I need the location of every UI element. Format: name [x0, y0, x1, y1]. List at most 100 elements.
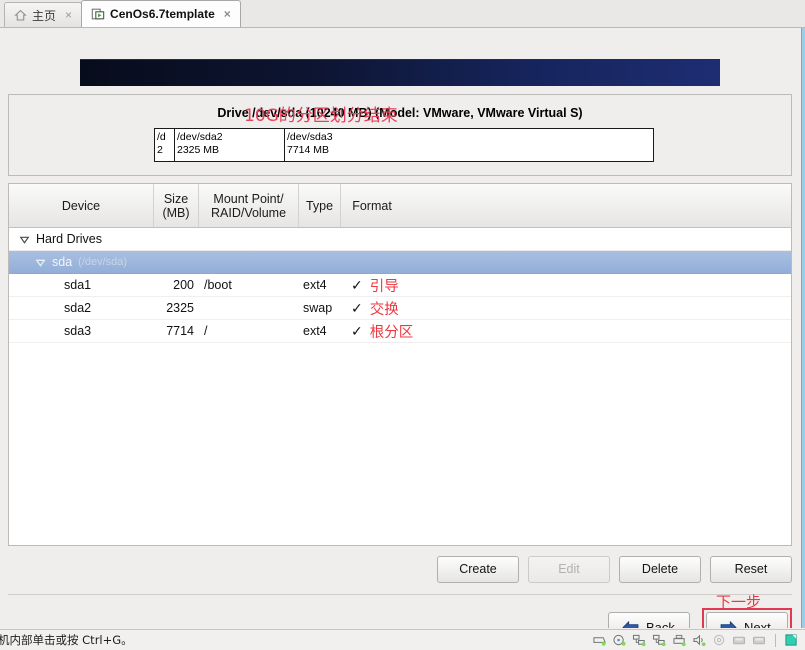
tab-vm-label: CenOs6.7template — [110, 7, 215, 21]
vmware-status-bar: 机内部单击或按 Ctrl+G。 — [0, 629, 805, 650]
partition-segment-3-name: /dev/sda3 — [287, 131, 333, 143]
partition-table-panel: Device Size (MB) Mount Point/ RAID/Volum… — [8, 183, 792, 546]
device-label: sda2 — [64, 301, 92, 315]
partition-segment-2-size: 2325 MB — [177, 144, 220, 156]
vm-window-right-border — [801, 28, 805, 628]
anaconda-banner — [80, 59, 720, 86]
partition-segment-1-size: 2 — [157, 144, 163, 156]
partition-table-body: Hard Drives sda (/dev/sda) sda1 200 /boo… — [9, 228, 791, 545]
partition-table-header: Device Size (MB) Mount Point/ RAID/Volum… — [9, 184, 791, 228]
next-button[interactable]: Next — [706, 612, 788, 628]
row-annotation: 根分区 — [369, 324, 414, 341]
cell-format: ✓ 交换 — [341, 298, 403, 319]
network-adapter-icon[interactable] — [632, 634, 647, 647]
column-header-format[interactable]: Format — [341, 184, 403, 227]
back-button[interactable]: Back — [608, 612, 690, 628]
column-header-type[interactable]: Type — [299, 184, 341, 227]
cell-size: 2325 — [166, 301, 194, 315]
partition-segment-3-size: 7714 MB — [287, 144, 330, 156]
drive-title: Drive /dev/sda (10240 MB) (Model: VMware… — [217, 106, 583, 120]
format-check-icon: ✓ — [351, 277, 363, 293]
cell-type: swap — [303, 301, 333, 315]
partition-segment-1-name: /d — [157, 131, 166, 143]
sound-card-icon[interactable] — [692, 634, 707, 647]
display-icon[interactable] — [784, 633, 799, 647]
format-check-icon: ✓ — [351, 300, 363, 316]
cell-size: 200 — [173, 278, 194, 292]
home-icon — [14, 9, 27, 22]
table-row-sda1[interactable]: sda1 200 /boot ext4 ✓ 引导 — [9, 274, 791, 297]
wizard-nav: Back Next — [8, 608, 792, 628]
status-device-icons — [592, 633, 805, 647]
cell-mount-point: / — [204, 324, 208, 338]
tab-home-close-icon[interactable]: × — [63, 9, 74, 21]
vm-console: Drive /dev/sda (10240 MB) (Model: VMware… — [0, 28, 801, 628]
drive-summary-panel: Drive /dev/sda (10240 MB) (Model: VMware… — [8, 94, 792, 176]
floppy-2-icon — [752, 634, 767, 647]
next-label: Next — [744, 619, 771, 629]
column-header-mount-line2: RAID/Volume — [210, 205, 287, 220]
column-header-size[interactable]: Size (MB) — [154, 184, 199, 227]
tab-vm-cenos[interactable]: CenOs6.7template × — [81, 0, 241, 27]
cell-device: sda (/dev/sda) — [9, 255, 154, 269]
device-path-label: (/dev/sda) — [78, 256, 128, 268]
row-annotation: 引导 — [369, 278, 399, 295]
row-annotation: 交换 — [369, 301, 399, 318]
create-button[interactable]: Create — [437, 555, 519, 583]
format-check-icon: ✓ — [351, 323, 363, 339]
device-label: sda3 — [64, 324, 92, 338]
delete-button[interactable]: Delete — [619, 555, 701, 583]
table-row-sda[interactable]: sda (/dev/sda) — [9, 251, 791, 274]
status-divider — [775, 633, 776, 647]
partition-segment-3[interactable]: /dev/sda3 7714 MB — [285, 129, 653, 161]
column-header-device[interactable]: Device — [9, 184, 154, 227]
table-row-sda3[interactable]: sda3 7714 / ext4 ✓ 根分区 — [9, 320, 791, 343]
network-adapter-2-icon[interactable] — [652, 634, 667, 647]
partition-segment-1[interactable]: /d 2 — [155, 129, 175, 161]
cell-mount-point: /boot — [204, 278, 232, 292]
footer-divider — [8, 594, 792, 595]
reset-button[interactable]: Reset — [710, 555, 792, 583]
column-header-size-line2: (MB) — [162, 205, 190, 220]
column-header-size-line1: Size — [163, 191, 189, 206]
cell-type: ext4 — [303, 278, 327, 292]
arrow-right-icon — [720, 620, 737, 628]
next-button-highlight: Next — [702, 608, 792, 628]
partition-action-buttons: Create Edit Delete Reset — [8, 552, 792, 586]
cd-drive-icon[interactable] — [612, 634, 627, 647]
drive-partition-bar: /d 2 /dev/sda2 2325 MB /dev/sda3 7714 MB — [154, 128, 654, 162]
floppy-icon — [732, 634, 747, 647]
usb-icon — [712, 634, 727, 647]
table-row-hard-drives[interactable]: Hard Drives — [9, 228, 791, 251]
cell-device: sda1 — [9, 278, 154, 292]
expander-triangle-icon[interactable] — [18, 233, 31, 246]
edit-button: Edit — [528, 555, 610, 583]
cell-size: 7714 — [166, 324, 194, 338]
partition-segment-2[interactable]: /dev/sda2 2325 MB — [175, 129, 285, 161]
table-row-sda2[interactable]: sda2 2325 swap ✓ 交换 — [9, 297, 791, 320]
column-header-mount-line1: Mount Point/ — [213, 191, 284, 206]
column-header-mount-point[interactable]: Mount Point/ RAID/Volume — [199, 184, 299, 227]
back-label: Back — [646, 619, 675, 629]
vm-icon — [91, 7, 105, 21]
cell-device: sda2 — [9, 301, 154, 315]
arrow-left-icon — [622, 620, 639, 628]
printer-icon[interactable] — [672, 634, 687, 647]
vmware-tab-strip: 主页 × CenOs6.7template × — [0, 0, 805, 28]
status-hint-text: 机内部单击或按 Ctrl+G。 — [0, 633, 133, 647]
device-label: Hard Drives — [36, 232, 102, 246]
tab-home[interactable]: 主页 × — [4, 2, 83, 27]
cell-format: ✓ 根分区 — [341, 321, 413, 342]
tab-home-label: 主页 — [32, 8, 57, 23]
device-label: sda — [52, 255, 73, 269]
cell-type: ext4 — [303, 324, 327, 338]
partition-segment-2-name: /dev/sda2 — [177, 131, 223, 143]
device-label: sda1 — [64, 278, 92, 292]
cell-device: sda3 — [9, 324, 154, 338]
tab-vm-close-icon[interactable]: × — [222, 8, 233, 20]
expander-triangle-icon[interactable] — [34, 256, 47, 269]
cell-format: ✓ 引导 — [341, 275, 403, 296]
cell-device: Hard Drives — [9, 232, 154, 246]
hard-disk-icon[interactable] — [592, 634, 607, 647]
drive-bar-annotation: 10G的分区划分结束 — [244, 106, 398, 126]
